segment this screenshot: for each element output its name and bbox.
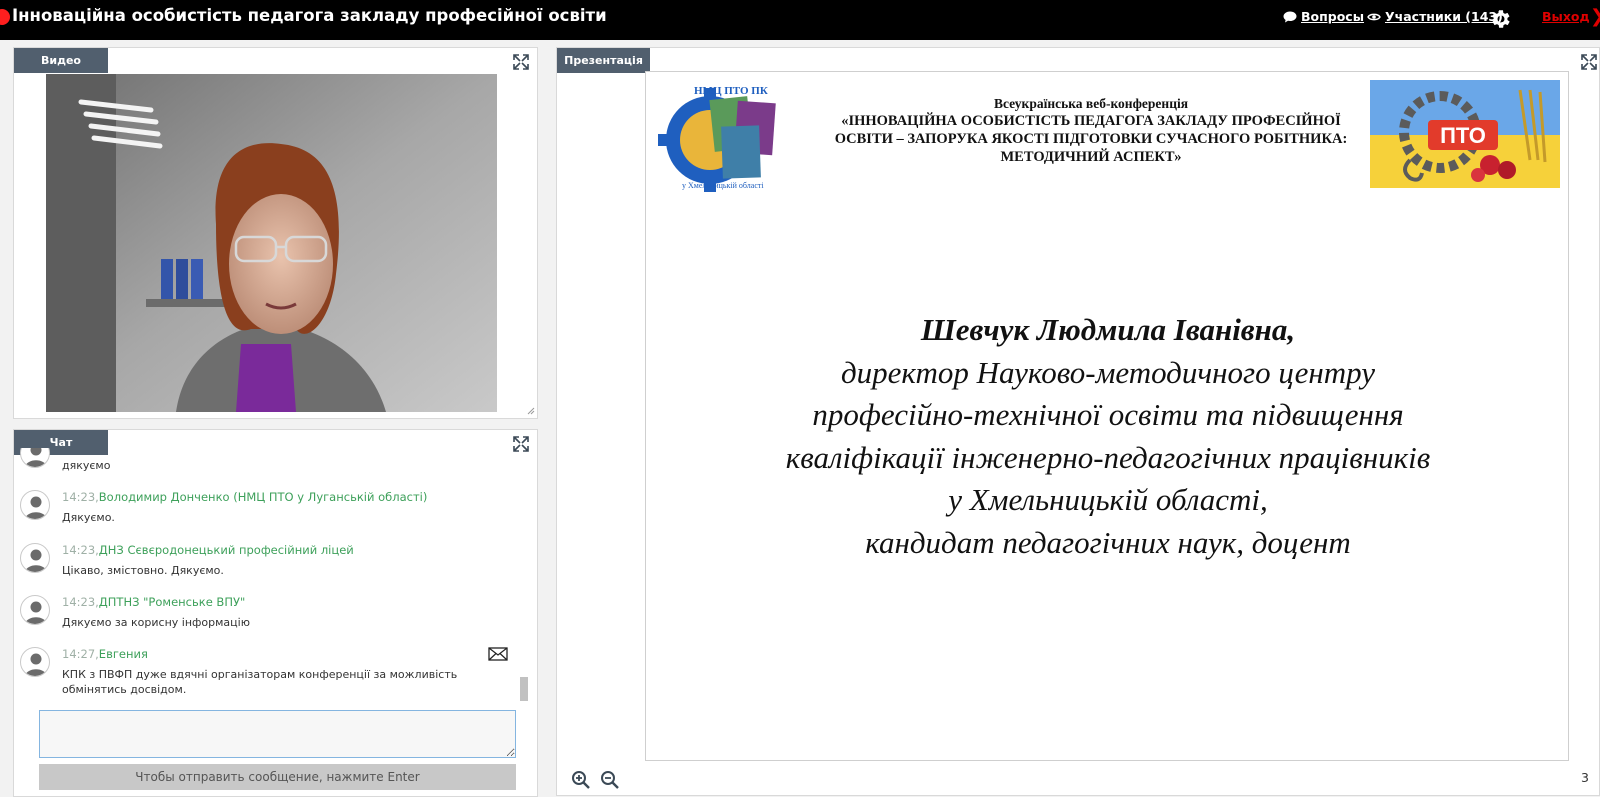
slide-body: Шевчук Людмила Іванівна, директор Науков… — [646, 309, 1570, 564]
logo-right-text: ПТО — [1440, 123, 1486, 148]
message-text: Дякуємо. — [62, 511, 115, 524]
pto-logo: ПТО — [1370, 80, 1560, 188]
expand-icon[interactable] — [513, 54, 529, 70]
speaker-role-line: кваліфікації інженерно-педагогічних прац… — [785, 439, 1431, 475]
message-text: Дякуємо за корисну інформацію — [62, 616, 250, 629]
chat-message: дякуємо — [20, 448, 520, 486]
question-bubble-icon — [1283, 11, 1297, 22]
avatar-icon — [20, 595, 50, 625]
page-number: 3 — [1581, 770, 1589, 785]
message-author[interactable]: ДПТНЗ "Роменське ВПУ" — [99, 595, 245, 609]
video-stream[interactable] — [46, 74, 497, 412]
message-time: 14:23, — [62, 543, 99, 557]
chat-message-list[interactable]: дякуємо 14:23,Володимир Донченко (НМЦ ПТ… — [20, 448, 520, 702]
envelope-icon[interactable] — [488, 647, 508, 661]
tab-presentation[interactable]: Презентація — [557, 48, 650, 73]
message-header: 14:23,Володимир Донченко (НМЦ ПТО у Луга… — [62, 490, 427, 504]
speaker-role-line: кандидат педагогічних наук, доцент — [865, 524, 1351, 560]
avatar-icon — [20, 448, 50, 468]
avatar-icon — [20, 543, 50, 573]
chat-scrollbar[interactable] — [520, 677, 528, 701]
message-text: дякуємо — [62, 459, 111, 472]
participants-label: Участники (143) — [1385, 9, 1503, 24]
exit-arrow-icon[interactable]: ❯ — [1590, 6, 1600, 27]
send-hint: Чтобы отправить сообщение, нажмите Enter — [39, 764, 516, 790]
top-bar: Інноваційна особистість педагога закладу… — [0, 0, 1600, 40]
message-time: 14:23, — [62, 595, 99, 609]
resize-grip-icon[interactable] — [527, 407, 535, 415]
logo-left-text: НМЦ ПТО ПК — [694, 85, 768, 97]
chat-message: 14:23,Володимир Донченко (НМЦ ПТО у Луга… — [20, 490, 520, 538]
zoom-out-icon[interactable] — [600, 770, 620, 790]
message-header: 14:27,Евгения — [62, 647, 148, 661]
participants-link[interactable]: Участники (143) — [1367, 9, 1503, 24]
gear-icon[interactable] — [1489, 7, 1513, 31]
slide-header-line: «ІННОВАЦІЙНА ОСОБИСТІСТЬ ПЕДАГОГА ЗАКЛАД… — [841, 113, 1341, 129]
nmc-logo: НМЦ ПТО ПК у Хмельницькій області — [658, 85, 776, 192]
zoom-in-icon[interactable] — [571, 770, 591, 790]
message-header: 14:23,ДНЗ Сєвєродонецький професійний лі… — [62, 543, 354, 557]
message-text: КПК з ПВФП дуже вдячні організаторам кон… — [62, 668, 458, 696]
record-dot-icon — [0, 9, 10, 25]
tab-video[interactable]: Видео — [14, 48, 108, 73]
speaker-name: Шевчук Людмила Іванівна, — [920, 312, 1296, 347]
speaker-role-line: директор Науково-методичного центру — [840, 354, 1376, 390]
questions-label: Вопросы — [1301, 9, 1365, 24]
logo-left-caption: у Хмельницькій області — [682, 181, 764, 190]
slide-header-line: МЕТОДИЧНИЙ АСПЕКТ» — [1000, 149, 1182, 165]
avatar-icon — [20, 490, 50, 520]
message-time: 14:23, — [62, 490, 99, 504]
video-image — [46, 74, 497, 412]
message-author[interactable]: Володимир Донченко (НМЦ ПТО у Луганській… — [99, 490, 428, 504]
chat-message: 14:23,ДПТНЗ "Роменське ВПУ" Дякуємо за к… — [20, 595, 520, 643]
chat-message-input[interactable] — [39, 710, 516, 758]
questions-link[interactable]: Вопросы — [1283, 9, 1364, 24]
eye-icon — [1367, 13, 1381, 20]
message-header: 14:23,ДПТНЗ "Роменське ВПУ" — [62, 595, 245, 609]
message-author[interactable]: Евгения — [99, 647, 148, 661]
slide-header-line: Всеукраїнська веб-конференція — [993, 96, 1189, 111]
speaker-role-line: професійно-технічної освіти та підвищенн… — [812, 397, 1404, 432]
presentation-slide: НМЦ ПТО ПК у Хмельницькій області Всеукр… — [645, 71, 1569, 761]
message-text: Цікаво, змістовно. Дякуємо. — [62, 564, 224, 577]
speaker-role-line: у Хмельницькій області, — [948, 482, 1268, 517]
slide-header: Всеукраїнська веб-конференція «ІННОВАЦІЙ… — [806, 96, 1376, 166]
slide-header-line: ОСВІТИ – ЗАПОРУКА ЯКОСТІ ПІДГОТОВКИ СУЧА… — [834, 131, 1348, 147]
message-author[interactable]: ДНЗ Сєвєродонецький професійний ліцей — [99, 543, 354, 557]
exit-link[interactable]: Выход — [1542, 9, 1590, 24]
chat-message: 14:23,ДНЗ Сєвєродонецький професійний лі… — [20, 543, 520, 591]
avatar-icon — [20, 647, 50, 677]
chat-panel: Чат дякуємо 14:23,Володимир Донченко (НМ… — [13, 429, 538, 797]
video-panel: Видео — [13, 47, 538, 419]
webinar-title: Інноваційна особистість педагога закладу… — [12, 6, 607, 25]
message-time: 14:27, — [62, 647, 99, 661]
expand-icon[interactable] — [1581, 54, 1597, 70]
chat-message: 14:27,Евгения КПК з ПВФП дуже вдячні орг… — [20, 647, 520, 702]
